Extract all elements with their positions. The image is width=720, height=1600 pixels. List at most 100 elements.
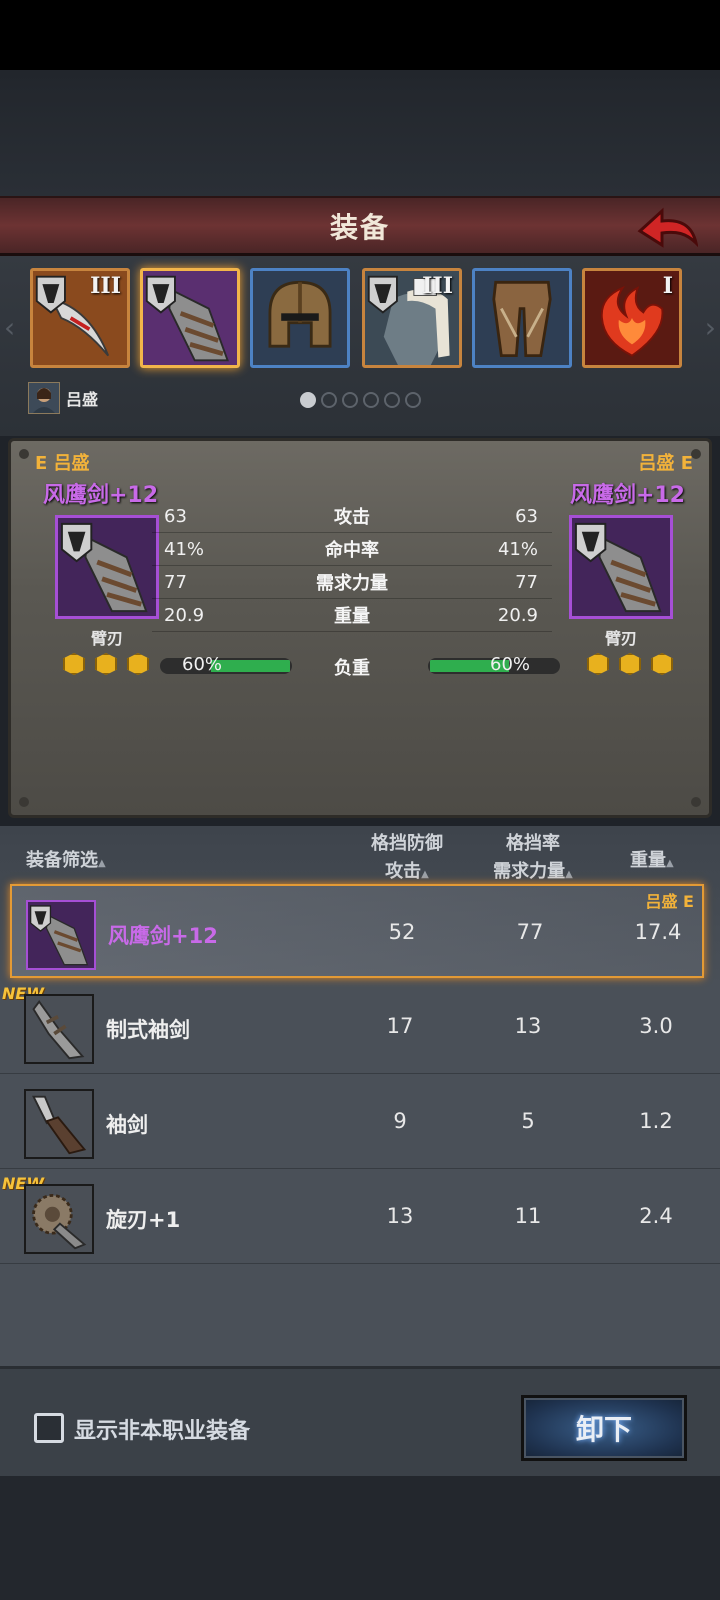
tier-label: III xyxy=(422,273,453,299)
right-stat-value: 20.9 xyxy=(497,604,538,626)
right-gem-slots xyxy=(587,653,673,675)
right-item-icon xyxy=(569,515,673,619)
page-dot[interactable] xyxy=(342,392,358,408)
item-value-1: 9 xyxy=(393,1109,407,1133)
stat-row-strength-req: 77 需求力量 77 xyxy=(152,566,552,599)
slot-fire-emblem[interactable]: I xyxy=(582,268,682,368)
item-name: 风鹰剑+12 xyxy=(108,924,218,948)
left-load-text: 60% xyxy=(182,654,223,675)
stat-row-weight: 20.9 重量 20.9 xyxy=(152,599,552,632)
left-load-fill xyxy=(210,660,290,672)
chevron-left-icon[interactable]: ‹ xyxy=(4,311,15,344)
left-stat-value: 63 xyxy=(164,505,187,527)
slot-arm-blade[interactable] xyxy=(140,268,240,368)
gem-icon xyxy=(63,653,85,675)
left-item-name: 风鹰剑+12 xyxy=(43,483,159,508)
col3-label: 重量 xyxy=(630,850,666,871)
item-value-3: 2.4 xyxy=(639,1204,673,1228)
gem-icon xyxy=(619,653,641,675)
right-stat-value: 77 xyxy=(515,571,538,593)
arm-blade-icon xyxy=(29,905,89,966)
show-other-class-label: 显示非本职业装备 xyxy=(74,1419,251,1444)
back-arrow-icon xyxy=(637,207,698,248)
list-item[interactable]: 吕盛 E 风鹰剑+12 52 77 17.4 xyxy=(10,884,704,978)
page-dot[interactable] xyxy=(405,392,421,408)
gem-icon xyxy=(127,653,149,675)
show-other-class-checkbox[interactable] xyxy=(34,1413,64,1443)
gem-icon xyxy=(651,653,673,675)
item-value-1: 13 xyxy=(386,1204,414,1228)
item-value-1: 17 xyxy=(386,1014,414,1038)
right-stat-value: 63 xyxy=(515,505,538,527)
list-item[interactable]: NEW 制式袖剑 17 13 3.0 xyxy=(0,980,720,1074)
item-icon xyxy=(24,1184,94,1254)
upper-background xyxy=(0,70,720,196)
slot-helmet[interactable] xyxy=(250,268,350,368)
right-item-name: 风鹰剑+12 xyxy=(569,483,685,508)
page-indicator xyxy=(300,392,421,408)
character-name: 吕盛 xyxy=(66,390,99,409)
sort-triangle-icon: ▲ xyxy=(666,858,674,869)
col1-bottom-label: 攻击 xyxy=(385,861,422,882)
back-button[interactable] xyxy=(632,204,702,252)
page-dot[interactable] xyxy=(384,392,400,408)
spinning-blade-icon xyxy=(26,1186,92,1252)
helmet-icon xyxy=(253,271,347,365)
hidden-blade-icon xyxy=(26,996,92,1062)
character-selector[interactable]: 吕盛 xyxy=(28,382,98,414)
item-name: 袖剑 xyxy=(106,1113,148,1137)
left-gem-slots xyxy=(63,653,149,675)
list-item[interactable]: NEW 旋刃+1 13 11 2.4 xyxy=(0,1170,720,1264)
filter-sort-button[interactable]: 装备筛选▲ xyxy=(26,846,106,872)
item-icon xyxy=(24,994,94,1064)
tier-label: I xyxy=(662,273,673,299)
arm-blade-icon xyxy=(60,522,148,613)
stat-label: 重量 xyxy=(334,606,370,627)
title-bar: 装备 xyxy=(0,196,720,256)
stat-row-accuracy: 41% 命中率 41% xyxy=(152,533,552,566)
right-owner-label: 吕盛 E xyxy=(638,453,693,474)
page-title: 装备 xyxy=(329,210,390,244)
character-portrait-icon xyxy=(29,383,59,413)
gem-icon xyxy=(587,653,609,675)
page-dot[interactable] xyxy=(321,392,337,408)
col3-sort-button[interactable]: 重量▲ xyxy=(630,846,674,872)
sort-triangle-icon: ▲ xyxy=(421,869,429,880)
item-value-1: 52 xyxy=(388,920,416,944)
item-value-3: 1.2 xyxy=(639,1109,673,1133)
status-bar xyxy=(0,0,720,70)
col2-sort-button[interactable]: 格挡率 需求力量▲ xyxy=(478,830,588,889)
left-owner-label: E 吕盛 xyxy=(35,453,90,474)
arm-blade-icon xyxy=(574,522,662,613)
item-icon xyxy=(24,1089,94,1159)
equipped-owner-tag: 吕盛 E xyxy=(645,892,694,911)
footer-background xyxy=(0,1476,720,1600)
rivet xyxy=(19,449,29,459)
page-dot[interactable] xyxy=(363,392,379,408)
sort-triangle-icon: ▲ xyxy=(98,858,106,869)
chevron-right-icon[interactable]: › xyxy=(705,311,716,344)
tier-label: III xyxy=(90,273,121,299)
stat-row-attack: 63 攻击 63 xyxy=(152,500,552,533)
item-value-2: 11 xyxy=(514,1204,542,1228)
stat-label: 命中率 xyxy=(325,540,379,561)
item-name: 旋刃+1 xyxy=(106,1208,181,1232)
slot-weapon-curved-blade[interactable]: III xyxy=(30,268,130,368)
right-load-text: 60% xyxy=(490,654,531,675)
slot-fur-armor[interactable]: III xyxy=(362,268,462,368)
equipment-slot-strip: ‹ › III III I 吕盛 xyxy=(0,256,720,436)
left-stat-value: 41% xyxy=(164,538,205,560)
col2-bottom-label: 需求力量 xyxy=(493,861,566,882)
slot-leg-armor[interactable] xyxy=(472,268,572,368)
unequip-button[interactable]: 卸下 xyxy=(521,1395,687,1461)
item-value-3: 3.0 xyxy=(639,1014,673,1038)
gem-icon xyxy=(95,653,117,675)
rivet xyxy=(19,797,29,807)
sleeve-sword-icon xyxy=(26,1091,92,1157)
bottom-action-bar: 显示非本职业装备 卸下 xyxy=(0,1366,720,1476)
col1-sort-button[interactable]: 格挡防御 攻击▲ xyxy=(352,830,462,889)
list-item[interactable]: 袖剑 9 5 1.2 xyxy=(0,1075,720,1169)
item-value-3: 17.4 xyxy=(634,920,682,944)
page-dot[interactable] xyxy=(300,392,316,408)
left-load-bar xyxy=(160,658,292,674)
